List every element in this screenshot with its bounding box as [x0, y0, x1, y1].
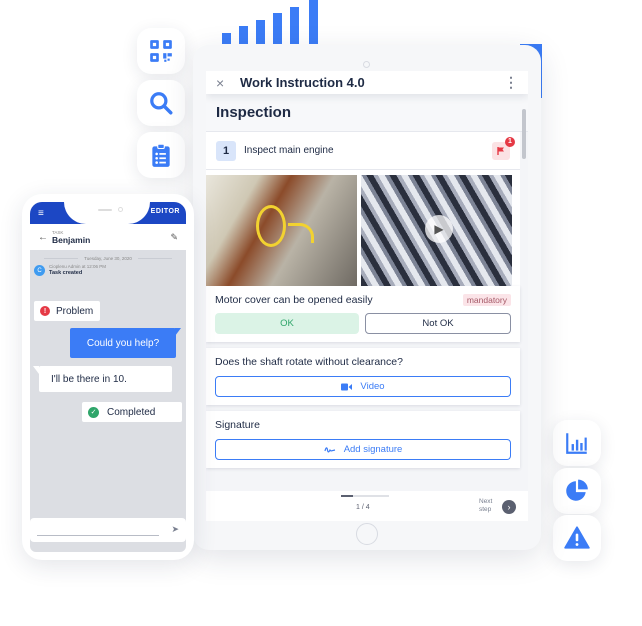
task-name: Benjamin — [52, 234, 91, 245]
page-title: Work Instruction 4.0 — [240, 75, 365, 90]
step-label: Inspect main engine — [244, 145, 334, 156]
section-title: Inspection — [206, 94, 528, 132]
page-indicator: 1 / 4 — [356, 504, 370, 511]
completed-message: ✓ Completed — [82, 402, 182, 422]
decor-bar — [222, 33, 231, 44]
highlight-arrow — [288, 223, 314, 243]
step-number: 1 — [216, 140, 236, 161]
flag-icon — [497, 146, 504, 155]
warning-tile[interactable] — [553, 515, 601, 561]
question-card-motor-cover: Motor cover can be opened easily mandato… — [206, 286, 520, 342]
signature-card: Signature Add signature — [206, 411, 520, 468]
gear-video-thumbnail[interactable]: ▶ — [361, 175, 512, 286]
next-label-line2: step — [479, 505, 492, 513]
app-bar: × Work Instruction 4.0 ⋮ — [206, 71, 528, 94]
scrollbar[interactable] — [522, 109, 526, 159]
problem-message: ! Problem — [34, 301, 100, 321]
phone-notch — [64, 202, 150, 224]
tablet-device: × Work Instruction 4.0 ⋮ Inspection 1 In… — [193, 45, 541, 550]
add-signature-button[interactable]: Add signature — [215, 439, 511, 460]
qr-code-tile[interactable] — [137, 28, 185, 74]
tablet-home-button[interactable] — [356, 523, 378, 545]
problem-text: Problem — [56, 305, 94, 317]
decor-bar — [256, 19, 265, 44]
incoming-message: I'll be there in 10. — [33, 366, 172, 392]
step-media: ▶ — [206, 170, 520, 286]
question-text: Motor cover can be opened easily — [215, 294, 373, 306]
outgoing-message: Could you help? — [70, 328, 181, 358]
front-camera — [118, 207, 123, 212]
edit-icon[interactable]: ✎ — [170, 232, 178, 243]
completed-text: Completed — [107, 406, 156, 418]
alert-icon: ! — [40, 306, 50, 316]
mandatory-badge: mandatory — [462, 294, 511, 306]
video-button[interactable]: Video — [215, 376, 511, 397]
qr-code-icon — [150, 40, 172, 62]
question-card-shaft: Does the shaft rotate without clearance?… — [206, 348, 520, 405]
speaker — [98, 209, 112, 211]
message-input[interactable] — [37, 535, 159, 536]
add-signature-label: Add signature — [343, 444, 403, 455]
date-divider: Tuesday, June 30, 2020 — [38, 256, 178, 261]
phone-header: ≡ EDITOR — [30, 202, 186, 224]
bar-chart-tile[interactable] — [553, 420, 601, 466]
next-label-line1: Next — [479, 498, 493, 505]
close-icon[interactable]: × — [216, 75, 234, 91]
menu-icon[interactable]: ≡ — [38, 208, 44, 219]
ok-button[interactable]: OK — [215, 313, 359, 334]
tablet-camera — [363, 61, 370, 68]
not-ok-button[interactable]: Not OK — [365, 313, 511, 334]
step-progress-fill — [341, 495, 353, 497]
signature-icon — [324, 446, 335, 452]
video-camera-icon — [341, 383, 353, 390]
editor-mode-label[interactable]: EDITOR — [151, 208, 180, 215]
avatar: C — [34, 265, 45, 276]
pie-chart-icon — [566, 479, 588, 501]
tablet-screen: × Work Instruction 4.0 ⋮ Inspection 1 In… — [206, 71, 528, 521]
check-circle-icon: ✓ — [88, 406, 99, 418]
decorative-bar-graphic — [222, 0, 322, 44]
message-text: Task created — [49, 269, 83, 276]
step-progress-bar — [341, 495, 389, 497]
search-tile[interactable] — [137, 80, 185, 126]
decor-bar — [290, 6, 299, 44]
back-arrow-icon[interactable]: ← — [38, 232, 52, 243]
task-bar: ← TASK Benjamin ✎ — [30, 224, 186, 250]
question-text: Does the shaft rotate without clearance? — [215, 356, 403, 368]
video-button-label: Video — [360, 381, 385, 392]
flag-button[interactable]: 1 — [492, 136, 515, 160]
next-step-button[interactable]: › — [502, 500, 516, 514]
signature-title: Signature — [215, 419, 260, 431]
bar-chart-icon — [566, 433, 587, 454]
step-row[interactable]: 1 Inspect main engine 1 — [206, 132, 520, 170]
step-navigation: 1 / 4 Next step › — [206, 491, 528, 521]
motor-image[interactable] — [206, 175, 357, 286]
decor-bar — [239, 26, 248, 44]
decor-bar — [273, 13, 282, 44]
play-icon[interactable]: ▶ — [425, 215, 453, 243]
send-icon[interactable]: ➤ — [171, 524, 179, 535]
clipboard-list-icon — [152, 143, 170, 167]
system-message: C Cioplenu Admin at 12:06 PM Task create… — [34, 264, 186, 276]
next-step-label[interactable]: Next step — [479, 498, 492, 514]
flag-count-badge: 1 — [505, 136, 515, 147]
phone-device: ≡ EDITOR ← TASK Benjamin ✎ Tuesday, June… — [22, 194, 194, 560]
clipboard-tile[interactable] — [137, 132, 185, 178]
decor-bar — [309, 0, 318, 44]
pie-chart-tile[interactable] — [553, 468, 601, 514]
search-icon — [150, 92, 173, 115]
more-options-icon[interactable]: ⋮ — [504, 74, 518, 91]
message-compose[interactable]: ➤ — [30, 518, 186, 542]
highlight-circle — [256, 205, 286, 247]
warning-icon — [564, 526, 590, 549]
phone-screen: ≡ EDITOR ← TASK Benjamin ✎ Tuesday, June… — [30, 202, 186, 552]
